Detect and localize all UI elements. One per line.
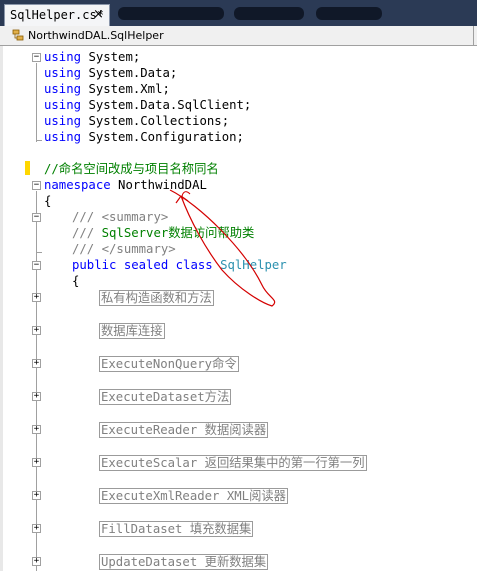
code-line-using: using System.Collections; <box>44 114 229 128</box>
collapse-toggle[interactable]: − <box>32 261 41 270</box>
collapsed-region[interactable]: ExecuteReader 数据阅读器 <box>99 422 269 438</box>
modified-line-marker <box>25 161 30 175</box>
doc-comment-open: /// <summary> <box>72 210 168 224</box>
using-namespace: System.Data; <box>88 66 178 80</box>
collapsed-region[interactable]: 数据库连接 <box>99 323 165 339</box>
outline-guide <box>36 191 37 571</box>
code-line-using: using System.Xml; <box>44 82 170 96</box>
class-icon <box>12 29 24 41</box>
keyword-using: using <box>44 50 82 64</box>
navbar-divider <box>473 26 474 46</box>
keyword-namespace: namespace <box>44 178 111 192</box>
code-line-using: using System; <box>44 50 140 64</box>
collapsed-region[interactable]: FillDataset 填充数据集 <box>99 521 254 537</box>
expand-toggle[interactable]: + <box>32 425 41 434</box>
expand-toggle[interactable]: + <box>32 491 41 500</box>
keyword-using: using <box>44 130 82 144</box>
code-line-using: using System.Data; <box>44 66 177 80</box>
using-namespace: System.Xml; <box>88 82 170 96</box>
doc-close-tag: </summary> <box>101 242 176 256</box>
expand-toggle[interactable]: + <box>32 326 41 335</box>
expand-toggle[interactable]: + <box>32 293 41 302</box>
collapsed-region[interactable]: ExecuteNonQuery命令 <box>99 356 239 372</box>
doc-open-tag: <summary> <box>101 210 169 224</box>
collapsed-region[interactable]: 私有构造函数和方法 <box>99 290 214 306</box>
expand-toggle[interactable]: + <box>32 392 41 401</box>
expand-toggle[interactable]: + <box>32 359 41 368</box>
using-namespace: System.Data.SqlClient; <box>88 98 252 112</box>
outline-tick <box>37 252 42 253</box>
doc-prefix: /// <box>72 242 95 256</box>
doc-text: SqlServer数据访问帮助类 <box>101 226 255 240</box>
close-icon[interactable]: × <box>93 7 104 22</box>
outline-tick <box>37 140 42 141</box>
class-keywords: public sealed class <box>72 258 213 272</box>
doc-comment-text: /// SqlServer数据访问帮助类 <box>72 226 254 240</box>
code-line-class: public sealed class SqlHelper <box>72 258 287 272</box>
keyword-using: using <box>44 114 82 128</box>
editor-gutter <box>0 46 3 571</box>
open-brace: { <box>44 194 52 208</box>
expand-toggle[interactable]: + <box>32 524 41 533</box>
blurred-tab <box>316 7 382 20</box>
blurred-tab <box>234 7 304 20</box>
document-tab-strip: SqlHelper.cs* × <box>0 0 477 26</box>
keyword-using: using <box>44 82 82 96</box>
doc-prefix: /// <box>72 226 95 240</box>
class-name: SqlHelper <box>220 258 287 272</box>
collapse-toggle[interactable]: − <box>32 213 41 222</box>
navbar-text: NorthwindDAL.SqlHelper <box>28 29 164 42</box>
namespace-name: NorthwindDAL <box>118 178 207 192</box>
type-navigation-bar[interactable]: NorthwindDAL.SqlHelper <box>0 26 477 46</box>
keyword-using: using <box>44 98 82 112</box>
using-namespace: System; <box>88 50 141 64</box>
collapsed-region[interactable]: ExecuteScalar 返回结果集中的第一行第一列 <box>99 455 367 471</box>
doc-prefix: /// <box>72 210 95 224</box>
code-line-namespace: namespace NorthwindDAL <box>44 178 207 192</box>
expand-toggle[interactable]: + <box>32 458 41 467</box>
code-comment: //命名空间改成与项目名称同名 <box>44 162 219 176</box>
collapsed-region[interactable]: ExecuteDataset方法 <box>99 389 232 405</box>
collapsed-region[interactable]: ExecuteXmlReader XML阅读器 <box>99 488 288 504</box>
outline-guide <box>36 63 37 142</box>
tab-sqlhelper[interactable]: SqlHelper.cs* × <box>4 4 110 26</box>
keyword-using: using <box>44 66 82 80</box>
code-line-using: using System.Data.SqlClient; <box>44 98 251 112</box>
blurred-tab <box>118 7 224 20</box>
tab-label: SqlHelper.cs* <box>10 8 104 22</box>
collapsed-region[interactable]: UpdateDataset 更新数据集 <box>99 554 269 570</box>
collapse-toggle[interactable]: − <box>32 181 41 190</box>
code-line-using: using System.Configuration; <box>44 130 244 144</box>
class-open-brace: { <box>72 274 80 288</box>
collapse-toggle[interactable]: − <box>32 53 41 62</box>
expand-toggle[interactable]: + <box>32 557 41 566</box>
using-namespace: System.Configuration; <box>88 130 244 144</box>
using-namespace: System.Collections; <box>88 114 230 128</box>
doc-comment-close: /// </summary> <box>72 242 176 256</box>
